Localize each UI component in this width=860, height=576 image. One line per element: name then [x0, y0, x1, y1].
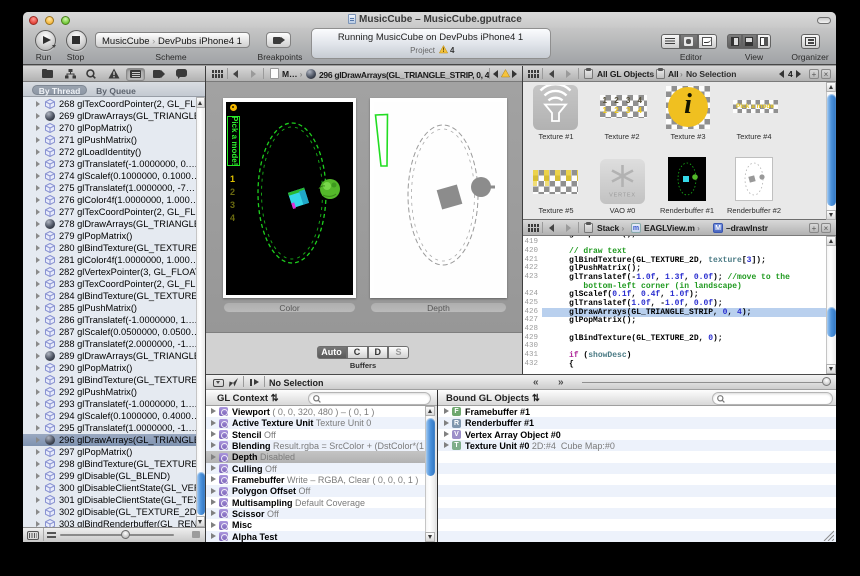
- svg-text:VERTEX: VERTEX: [609, 193, 636, 199]
- svg-text:!: !: [443, 48, 445, 54]
